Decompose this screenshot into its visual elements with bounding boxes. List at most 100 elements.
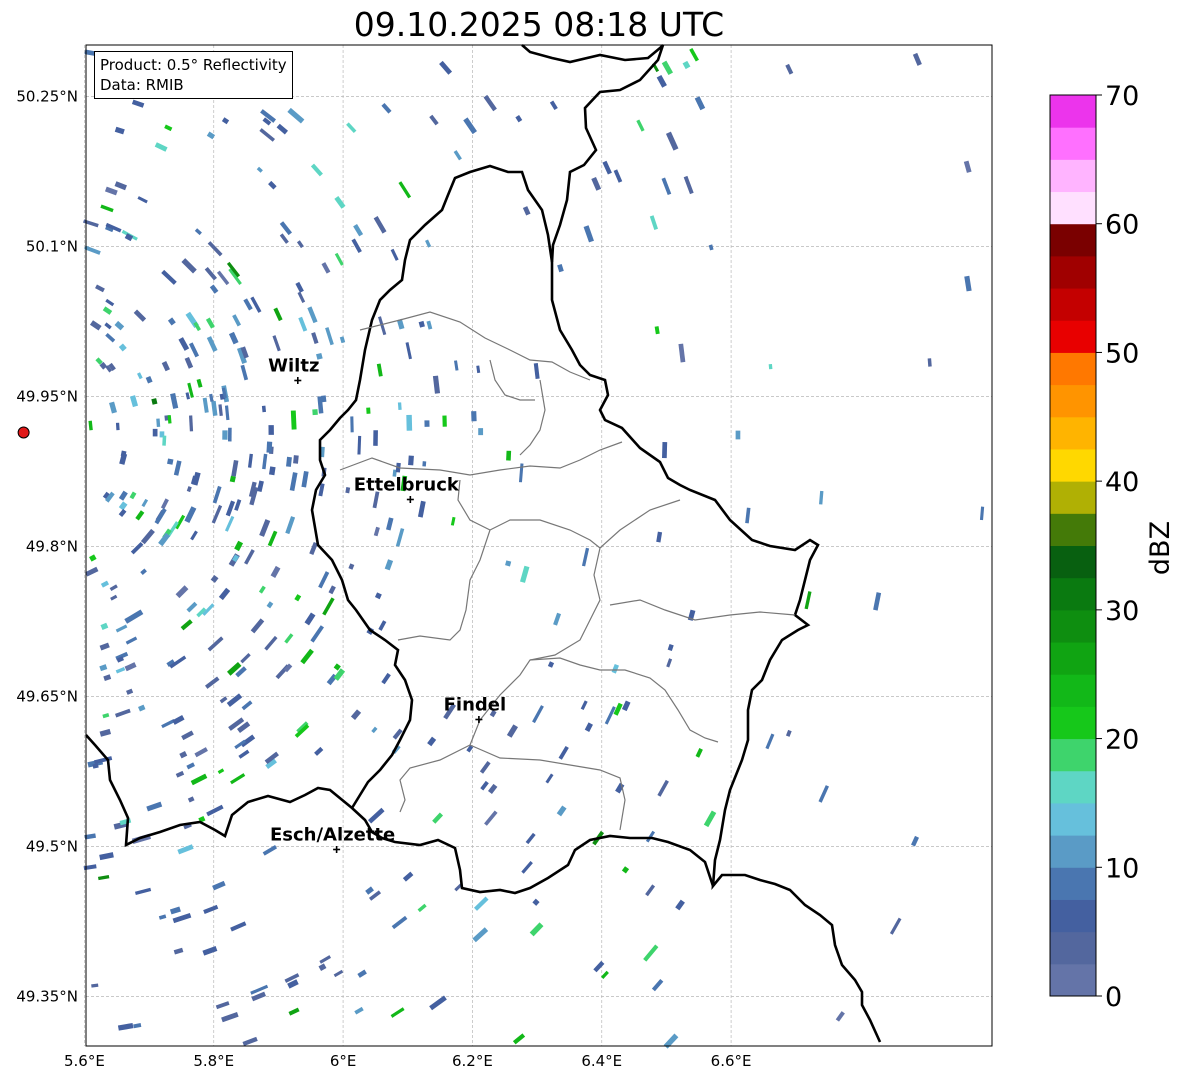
echo-gate xyxy=(85,566,99,577)
echo-gate xyxy=(152,428,158,437)
echo-gate xyxy=(161,361,170,372)
colorbar-segment xyxy=(1050,867,1096,900)
echo-gate xyxy=(667,644,674,652)
echo-gate xyxy=(222,430,228,440)
echo-gate xyxy=(167,317,176,326)
echo-gate xyxy=(424,420,430,427)
echo-gate xyxy=(154,508,167,525)
echo-gate xyxy=(373,216,387,234)
echo-gate xyxy=(126,688,134,695)
echo-gate xyxy=(310,625,325,643)
echo-gate xyxy=(114,320,125,331)
colorbar-segment xyxy=(1050,899,1096,933)
echo-gate xyxy=(211,400,218,416)
echo-gate xyxy=(137,196,148,204)
echo-gate xyxy=(432,812,444,824)
echo-gate xyxy=(218,587,231,601)
echo-gate xyxy=(118,490,128,501)
y-tick-label: 50.1°N xyxy=(26,238,78,256)
echo-gate xyxy=(683,175,694,195)
echo-gate xyxy=(818,785,829,803)
echo-gate xyxy=(295,281,304,293)
echo-gate xyxy=(768,364,773,370)
echo-gate xyxy=(186,486,192,493)
echo-gate xyxy=(268,425,274,435)
echo-gate xyxy=(207,241,223,257)
echo-gate xyxy=(184,356,194,369)
echo-gate xyxy=(583,225,594,243)
echo-gate xyxy=(549,100,558,111)
colorbar-segment xyxy=(1050,642,1096,675)
echo-gate xyxy=(268,180,277,190)
echo-gate xyxy=(250,984,269,995)
echo-gate xyxy=(133,309,147,322)
echo-gate xyxy=(476,365,481,374)
echo-gate xyxy=(656,531,663,543)
echo-gate xyxy=(228,331,239,345)
echo-gate xyxy=(651,978,664,992)
echo-gate xyxy=(178,337,190,351)
echo-gate xyxy=(185,392,190,400)
echo-gate xyxy=(373,430,378,446)
echo-gate xyxy=(206,804,224,817)
echo-gate xyxy=(212,880,226,891)
map-axes xyxy=(85,44,993,1047)
echo-gate xyxy=(181,258,197,274)
colorbar-segment xyxy=(1050,255,1096,289)
echo-gate xyxy=(100,580,110,588)
echo-gate xyxy=(471,411,477,422)
echo-gate xyxy=(463,117,477,135)
map-frame xyxy=(85,44,993,1047)
echo-gate xyxy=(218,404,223,417)
echo-gate xyxy=(395,528,405,547)
echo-gate xyxy=(297,291,306,303)
echo-gate xyxy=(804,591,812,610)
echo-gate xyxy=(381,102,392,114)
echo-gate xyxy=(708,244,714,251)
colorbar-segment xyxy=(1050,931,1096,965)
echo-gate xyxy=(417,903,427,913)
echo-gate xyxy=(473,896,489,911)
echo-gate xyxy=(656,74,667,88)
echo-gate xyxy=(240,653,251,664)
echo-gate xyxy=(210,574,219,583)
echo-gate xyxy=(545,773,554,784)
echo-gate xyxy=(131,99,145,108)
echo-gate xyxy=(99,728,112,737)
echo-gate xyxy=(427,736,437,747)
echo-gate xyxy=(512,1033,526,1045)
echo-gate xyxy=(115,422,120,431)
echo-gate xyxy=(426,320,433,330)
echo-gate xyxy=(689,48,699,62)
echo-gate xyxy=(366,407,371,414)
echo-gate xyxy=(232,314,241,327)
echo-gate xyxy=(104,322,112,330)
echo-gate xyxy=(522,206,531,216)
echo-gate xyxy=(124,662,137,672)
colorbar-segment xyxy=(1050,288,1096,321)
echo-gate xyxy=(102,306,113,315)
echo-gate xyxy=(267,530,278,547)
echo-gate xyxy=(964,275,972,292)
echo-gate xyxy=(103,674,112,681)
echo-gate xyxy=(89,554,97,562)
echo-gate xyxy=(115,624,128,633)
echo-gate xyxy=(345,487,351,494)
echo-gate xyxy=(636,119,645,132)
x-tick-label: 6.6°E xyxy=(711,1052,752,1070)
echo-gate xyxy=(160,498,169,510)
echo-gate xyxy=(186,762,195,770)
echo-gate xyxy=(140,528,155,545)
echo-gate xyxy=(425,239,432,248)
echo-gate xyxy=(376,363,383,377)
echo-gate xyxy=(285,516,296,535)
echo-gate xyxy=(145,375,153,384)
echo-gate xyxy=(100,204,114,213)
echo-gate xyxy=(765,733,775,750)
echo-gate xyxy=(304,612,316,626)
colorbar-tick-label: 50 xyxy=(1105,338,1139,369)
echo-gate xyxy=(105,298,115,307)
colorbar-tick-label: 40 xyxy=(1105,467,1139,498)
echo-gate xyxy=(189,415,194,432)
echo-gate xyxy=(515,114,523,123)
